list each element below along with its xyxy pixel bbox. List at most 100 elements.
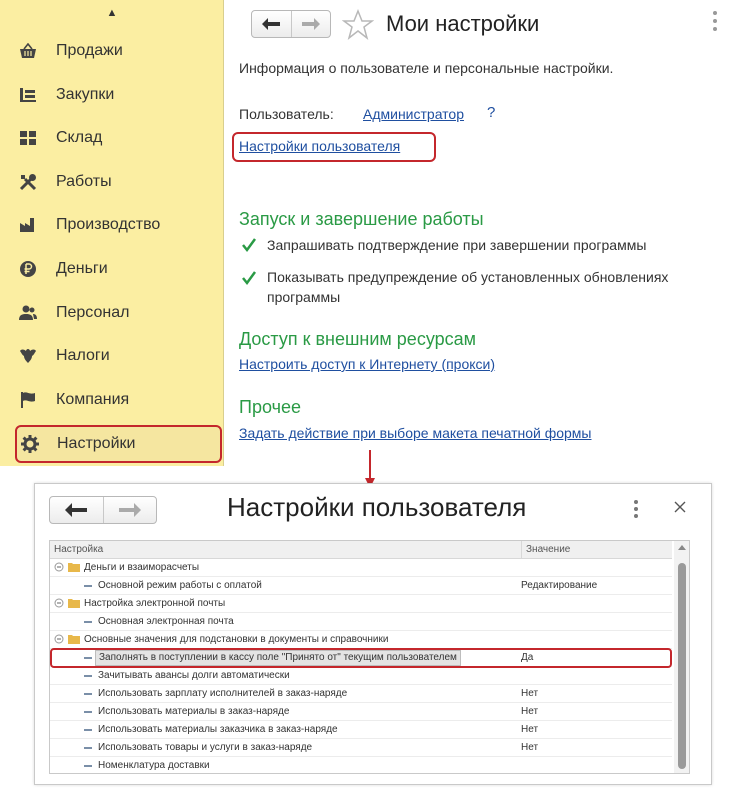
exit-confirm-label: Запрашивать подтверждение при завершении… xyxy=(267,237,647,253)
section-external-title: Доступ к внешним ресурсам xyxy=(239,329,477,349)
sidebar-item-taxes[interactable]: Налоги xyxy=(0,336,224,376)
column-value-header[interactable]: Значение xyxy=(521,541,570,559)
sidebar-item-purchases[interactable]: Закупки xyxy=(0,75,224,115)
back-button[interactable] xyxy=(50,497,103,523)
scroll-up-icon[interactable] xyxy=(678,545,686,550)
page-description: Информация о пользователе и персональные… xyxy=(239,60,614,76)
nav-buttons xyxy=(251,10,331,38)
forward-button[interactable] xyxy=(290,11,331,37)
section-startup-title: Запуск и завершение работы xyxy=(239,209,484,229)
close-icon[interactable] xyxy=(673,500,687,514)
arrow-left-icon xyxy=(262,18,281,30)
tree-row[interactable]: Номенклатура доставки xyxy=(50,757,672,773)
sidebar-item-label: Компания xyxy=(56,391,130,408)
forward-button[interactable] xyxy=(102,497,157,523)
sidebar-item-company[interactable]: Компания xyxy=(0,380,224,420)
item-icon xyxy=(84,765,92,767)
arrow-left-icon xyxy=(65,503,88,517)
ruble-icon xyxy=(19,260,37,278)
scroll-thumb[interactable] xyxy=(678,563,686,769)
updates-warn-checkbox[interactable] xyxy=(241,270,257,286)
user-link[interactable]: Администратор xyxy=(363,106,464,122)
collapse-icon[interactable] xyxy=(54,634,64,644)
my-settings-window: ▲ Продажи Закупки Склад Работы Производс… xyxy=(0,0,738,466)
folder-icon xyxy=(68,635,80,644)
sidebar-item-sales[interactable]: Продажи xyxy=(0,31,224,71)
tree-row[interactable]: Использовать зарплату исполнителей в зак… xyxy=(50,685,672,703)
flag-icon xyxy=(19,391,37,409)
row-value: Редактирование xyxy=(521,580,598,591)
user-settings-link[interactable]: Настройки пользователя xyxy=(239,138,400,154)
sidebar-item-money[interactable]: Деньги xyxy=(0,249,224,289)
tree-header: Настройка Значение xyxy=(50,541,672,559)
collapse-icon[interactable] xyxy=(54,562,64,572)
sidebar-item-production[interactable]: Производство xyxy=(0,205,224,245)
item-icon xyxy=(84,711,92,713)
sidebar-item-label: Деньги xyxy=(56,260,108,277)
more-options-icon[interactable] xyxy=(708,8,722,38)
sidebar-item-label: Закупки xyxy=(56,86,115,103)
gear-icon xyxy=(21,435,39,453)
row-value: Нет xyxy=(521,706,539,717)
warehouse-icon xyxy=(19,129,37,147)
tree-row[interactable]: Основная электронная почта xyxy=(50,613,672,631)
collapse-icon[interactable] xyxy=(54,598,64,608)
item-icon xyxy=(84,585,92,587)
tree-group-row[interactable]: Деньги и взаиморасчеты xyxy=(50,559,672,577)
item-icon xyxy=(84,729,92,731)
scroll-up-icon[interactable]: ▲ xyxy=(0,3,224,23)
sidebar: ▲ Продажи Закупки Склад Работы Производс… xyxy=(0,0,224,466)
tree-group-row[interactable]: Настройка электронной почты xyxy=(50,595,672,613)
exit-confirm-checkbox[interactable] xyxy=(241,237,257,253)
people-icon xyxy=(19,304,37,322)
sidebar-item-staff[interactable]: Персонал xyxy=(0,293,224,333)
help-link[interactable]: ? xyxy=(487,104,495,121)
item-icon xyxy=(84,621,92,623)
favorite-star-icon[interactable] xyxy=(342,9,374,41)
page-title: Мои настройки xyxy=(386,11,540,36)
column-setting-header[interactable]: Настройка xyxy=(54,544,103,555)
vertical-scrollbar[interactable] xyxy=(674,541,689,773)
tools-icon xyxy=(19,173,37,191)
item-icon xyxy=(84,675,92,677)
folder-icon xyxy=(68,563,80,572)
back-button[interactable] xyxy=(252,11,291,37)
item-icon xyxy=(84,747,92,749)
proxy-settings-link[interactable]: Настроить доступ к Интернету (прокси) xyxy=(239,356,495,372)
tree-row[interactable]: Использовать материалы в заказ-наряде Не… xyxy=(50,703,672,721)
tree-row[interactable]: Основной режим работы с оплатой Редактир… xyxy=(50,577,672,595)
basket-icon xyxy=(19,42,37,60)
sidebar-item-warehouse[interactable]: Склад xyxy=(0,118,224,158)
user-label: Пользователь: xyxy=(239,106,334,122)
sidebar-item-label: Работы xyxy=(56,173,112,190)
row-value: Нет xyxy=(521,688,539,699)
row-value: Нет xyxy=(521,724,539,735)
factory-icon xyxy=(19,216,37,234)
tree-group-row[interactable]: Основные значения для подстановки в доку… xyxy=(50,631,672,649)
more-options-icon[interactable] xyxy=(630,498,642,520)
sidebar-item-label: Производство xyxy=(56,216,161,233)
sidebar-item-label: Склад xyxy=(56,129,103,146)
dialog-title: Настройки пользователя xyxy=(227,492,527,522)
sidebar-item-label: Настройки xyxy=(57,435,136,452)
updates-warn-label: Показывать предупреждение об установленн… xyxy=(267,269,669,305)
sidebar-item-settings[interactable]: Настройки xyxy=(15,425,222,463)
row-value: Нет xyxy=(521,742,539,753)
main-panel: Мои настройки Информация о пользователе … xyxy=(225,0,738,466)
arrow-right-icon xyxy=(118,503,141,517)
tree-row[interactable]: Использовать товары и услуги в заказ-нар… xyxy=(50,739,672,757)
purchases-icon xyxy=(19,86,37,104)
settings-tree: Настройка Значение Деньги и взаиморасчет… xyxy=(49,540,690,774)
tree-row[interactable]: Зачитывать авансы долги автоматически xyxy=(50,667,672,685)
sidebar-item-label: Налоги xyxy=(56,347,110,364)
arrow-right-icon xyxy=(301,18,320,30)
tree-row[interactable]: Использовать материалы заказчика в заказ… xyxy=(50,721,672,739)
print-form-action-link[interactable]: Задать действие при выборе макета печатн… xyxy=(239,425,592,441)
sidebar-item-works[interactable]: Работы xyxy=(0,162,224,202)
section-other-title: Прочее xyxy=(239,397,301,417)
sidebar-item-label: Персонал xyxy=(56,304,130,321)
eagle-icon xyxy=(19,347,37,365)
user-settings-dialog: Настройки пользователя Настройка Значени… xyxy=(34,483,712,785)
sidebar-item-label: Продажи xyxy=(56,42,123,59)
selected-row-highlight xyxy=(50,648,672,668)
